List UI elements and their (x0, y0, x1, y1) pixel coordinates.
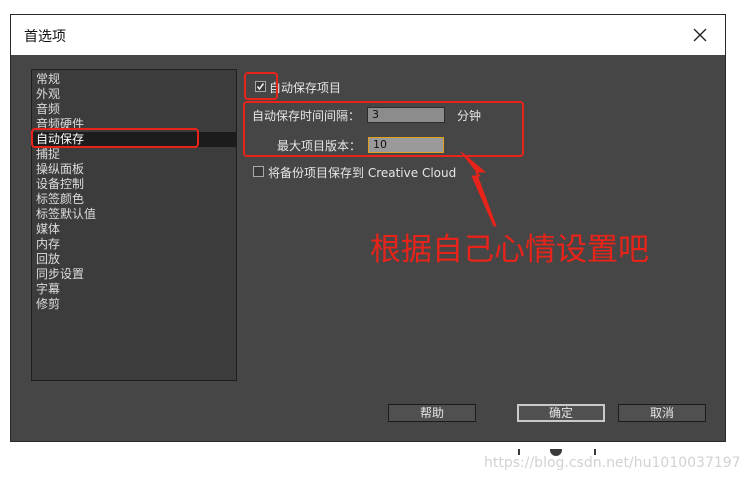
sidebar-item[interactable]: 常规 (32, 72, 236, 87)
sidebar-item[interactable]: 音频 (32, 102, 236, 117)
dialog-title: 首选项 (24, 29, 66, 45)
close-icon (693, 28, 707, 42)
sidebar-item[interactable]: 回放 (32, 252, 236, 267)
annotation-sidebar-highlight (31, 128, 199, 148)
sidebar-item[interactable]: 外观 (32, 87, 236, 102)
autosave-label: 自动保存项目 (269, 81, 342, 95)
cloud-backup-label: 将备份项目保存到 Creative Cloud (268, 166, 457, 180)
underlying-window-strip (516, 442, 598, 457)
sidebar-item[interactable]: 内存 (32, 237, 236, 252)
sidebar-item[interactable]: 标签颜色 (32, 192, 236, 207)
cancel-button[interactable]: 取消 (618, 404, 706, 422)
dialog-titlebar: 首选项 (11, 15, 725, 55)
sidebar-item[interactable]: 修剪 (32, 297, 236, 312)
annotation-checkbox-highlight (244, 72, 278, 100)
category-list[interactable]: 常规 外观 音频 音频硬件 自动保存 捕捉 操纵面板 设备控制 标签颜色 标签默认值 媒体 内存 回放同… (31, 69, 237, 381)
annotation-text: 根据自己心情设置吧 (370, 232, 649, 268)
sidebar-item[interactable]: 媒体 (32, 222, 236, 237)
sidebar-item[interactable]: 捕捉 (32, 147, 236, 162)
sidebar-item[interactable]: 操纵面板 (32, 162, 236, 177)
sidebar-item[interactable]: 同步设置 (32, 267, 236, 282)
sidebar-item[interactable]: 设备控制 (32, 177, 236, 192)
ok-button[interactable]: 确定 (517, 404, 605, 422)
watermark: https://blog.csdn.net/hu1010037197 (484, 455, 741, 471)
annotation-arrow-icon (460, 151, 497, 227)
cloud-backup-checkbox[interactable] (253, 166, 264, 177)
sidebar-item[interactable]: 字幕 (32, 282, 236, 297)
sidebar-item[interactable]: 标签默认值 (32, 207, 236, 222)
category-list-items: 常规 外观 音频 音频硬件 自动保存 捕捉 操纵面板 设备控制 标签颜色 标签默认值 媒体 内存 回放同… (32, 72, 236, 312)
close-button[interactable] (687, 22, 713, 48)
annotation-settings-highlight (243, 101, 524, 157)
help-button[interactable]: 帮助 (388, 404, 476, 422)
